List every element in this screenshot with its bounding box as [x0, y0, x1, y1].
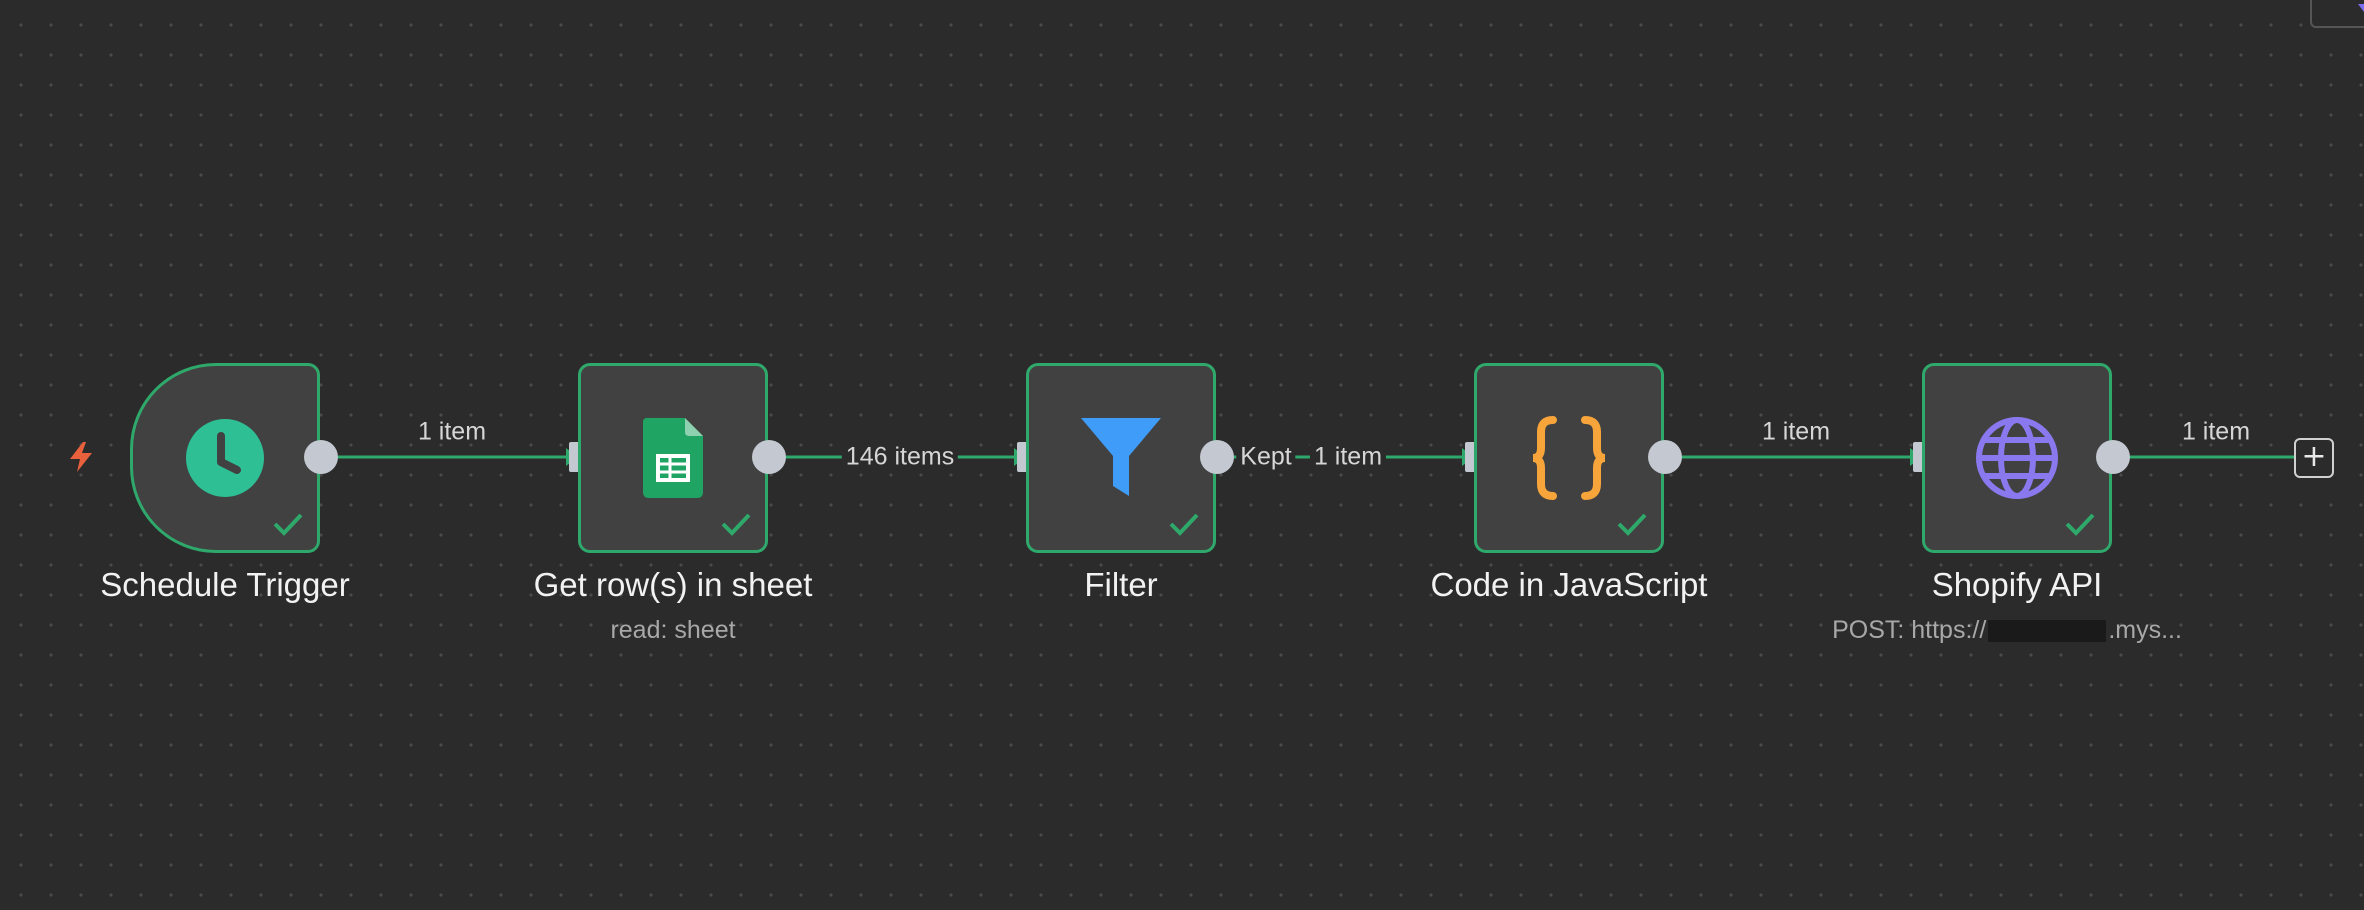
output-port[interactable]: [752, 440, 786, 474]
node-subtitle: read: sheet: [610, 616, 736, 644]
node-subtitle: POST: https:// .mys...: [1787, 616, 2227, 645]
connection-item-count: 1 item: [1761, 417, 1831, 446]
redacted-text: [1988, 620, 2107, 643]
connection-item-count: 146 items: [841, 442, 959, 472]
google-sheets-icon: [643, 418, 703, 498]
node-label: Code in JavaScript: [1430, 566, 1708, 603]
globe-icon: [1976, 417, 2058, 499]
output-port[interactable]: [2096, 440, 2130, 474]
corner-panel-button[interactable]: [2310, 0, 2364, 28]
connection-branch-label: Kept: [1236, 442, 1296, 472]
success-check-icon: [721, 513, 751, 536]
connection-item-count: 1 item: [1309, 442, 1387, 472]
node-schedule-trigger[interactable]: [130, 363, 320, 553]
node-label: Schedule Trigger: [100, 566, 350, 603]
output-port[interactable]: [1200, 440, 1234, 474]
connection-item-count: 1 item: [2181, 417, 2251, 446]
clock-icon: [186, 419, 264, 497]
connection-item-count: 1 item: [417, 417, 487, 446]
workflow-canvas[interactable]: Schedule Trigger Get row(s) in sheet rea…: [0, 0, 2364, 910]
node-shopify-api[interactable]: [1922, 363, 2112, 553]
success-check-icon: [1169, 513, 1199, 536]
chevron-down-icon: [2358, 4, 2364, 12]
funnel-icon: [1081, 418, 1161, 496]
lightning-bolt-icon: [70, 442, 92, 472]
code-braces-icon: [1532, 416, 1606, 500]
node-label: Filter: [1084, 566, 1158, 603]
node-filter[interactable]: [1026, 363, 1216, 553]
subtitle-suffix: .mys...: [2108, 616, 2182, 644]
node-label: Get row(s) in sheet: [533, 566, 813, 603]
success-check-icon: [2065, 513, 2095, 536]
success-check-icon: [273, 513, 303, 536]
node-label: Shopify API: [1931, 566, 2103, 603]
subtitle-prefix: POST: https://: [1832, 616, 1987, 644]
node-code[interactable]: [1474, 363, 1664, 553]
output-port[interactable]: [1648, 440, 1682, 474]
add-node-button[interactable]: +: [2294, 438, 2334, 478]
success-check-icon: [1617, 513, 1647, 536]
node-get-rows[interactable]: [578, 363, 768, 553]
output-port[interactable]: [304, 440, 338, 474]
